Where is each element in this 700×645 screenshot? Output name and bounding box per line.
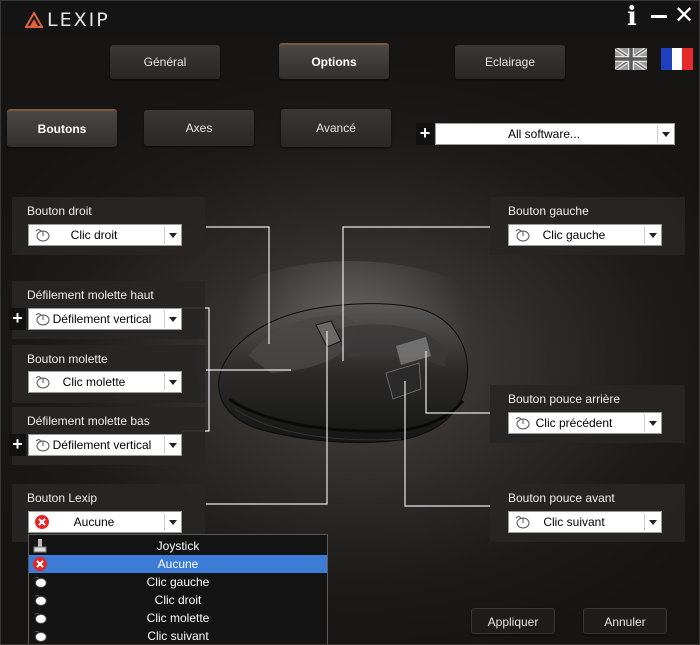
chevron-down-icon[interactable]	[644, 226, 660, 244]
mouse-icon	[34, 612, 47, 624]
select-defilement-bas[interactable]: Défilement vertical	[28, 434, 182, 456]
panel-title: Défilement molette bas	[27, 414, 150, 428]
panel-title: Bouton pouce arrière	[508, 392, 621, 406]
action-dropdown-list[interactable]: Joystick Aucune Clic gauche Clic droit C…	[28, 534, 328, 644]
select-value: Clic molette	[62, 375, 126, 389]
list-item-label: Clic molette	[146, 611, 210, 625]
select-bouton-droit[interactable]: Clic droit	[28, 224, 182, 246]
select-value: Clic précédent	[535, 416, 613, 430]
panel-title: Défilement molette haut	[27, 288, 154, 302]
chevron-down-icon[interactable]	[164, 226, 180, 244]
panel-title: Bouton gauche	[508, 204, 589, 218]
select-value: Aucune	[73, 515, 115, 529]
list-item[interactable]: Aucune	[29, 555, 327, 573]
chevron-down-icon[interactable]	[644, 513, 660, 531]
select-value: Clic droit	[70, 228, 118, 242]
list-item-label: Clic gauche	[146, 575, 210, 589]
chevron-down-icon[interactable]	[164, 436, 180, 454]
none-icon	[33, 557, 47, 571]
list-item[interactable]: Clic suivant	[29, 627, 327, 644]
select-bouton-molette[interactable]: Clic molette	[28, 371, 182, 393]
select-value: Clic gauche	[542, 228, 606, 242]
chevron-down-icon[interactable]	[164, 513, 180, 531]
panel-title: Bouton pouce avant	[508, 491, 615, 505]
joystick-icon	[33, 539, 47, 553]
list-item-label: Aucune	[157, 557, 199, 571]
apply-button[interactable]: Appliquer	[471, 608, 555, 634]
mouse-icon	[34, 594, 47, 606]
app-window: LEXIP i ✕ Général Options Eclairage Bout…	[0, 0, 700, 645]
panel-title: Bouton molette	[27, 352, 108, 366]
list-item[interactable]: Clic droit	[29, 591, 327, 609]
list-item-label: Clic droit	[154, 593, 202, 607]
add-wheel-down-button[interactable]: +	[9, 434, 26, 456]
select-defilement-haut[interactable]: Défilement vertical	[28, 308, 182, 330]
list-item[interactable]: Clic gauche	[29, 573, 327, 591]
list-item[interactable]: Clic molette	[29, 609, 327, 627]
chevron-down-icon[interactable]	[164, 373, 180, 391]
select-bouton-gauche[interactable]: Clic gauche	[508, 224, 662, 246]
list-item[interactable]: Joystick	[29, 537, 327, 555]
select-value: Défilement vertical	[52, 438, 152, 452]
select-bouton-lexip[interactable]: Aucune	[28, 511, 182, 533]
chevron-down-icon[interactable]	[164, 310, 180, 328]
list-item-label: Joystick	[156, 539, 200, 553]
panel-title: Bouton droit	[27, 204, 92, 218]
chevron-down-icon[interactable]	[644, 414, 660, 432]
select-pouce-avant[interactable]: Clic suivant	[508, 511, 662, 533]
select-value: Clic suivant	[543, 515, 605, 529]
list-item-label: Clic suivant	[147, 629, 209, 643]
mouse-icon	[34, 630, 47, 642]
select-value: Défilement vertical	[52, 312, 152, 326]
mouse-icon	[34, 576, 47, 588]
select-pouce-arriere[interactable]: Clic précédent	[508, 412, 662, 434]
panel-title: Bouton Lexip	[27, 491, 98, 505]
add-wheel-up-button[interactable]: +	[9, 308, 26, 330]
cancel-button[interactable]: Annuler	[583, 608, 667, 634]
